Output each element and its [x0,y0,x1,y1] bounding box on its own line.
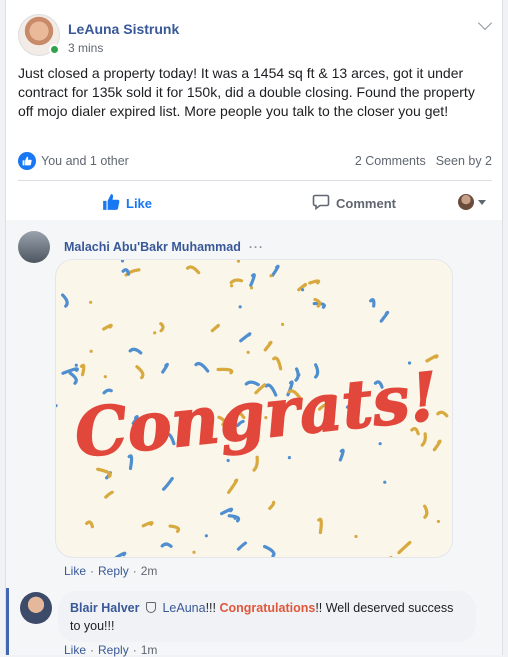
comment-author-row: Malachi Abu'Bakr Muhammad ··· [64,240,264,254]
like-label: Like [126,195,153,211]
reply-indicator [6,588,9,655]
post-header: LeAuna Sistrunk 3 mins [18,14,179,58]
post-stats: You and 1 other 2 Comments Seen by 2 [18,152,492,170]
congrats-text: Congrats! [71,357,442,473]
seen-by[interactable]: Seen by 2 [436,154,492,168]
author-name[interactable]: LeAuna Sistrunk [68,21,179,37]
post-text: Just closed a property today! It was a 1… [18,65,475,119]
congrats-gif[interactable]: Congrats! [55,259,453,558]
post-meta: 3 mins [68,41,179,55]
online-status-icon [49,44,60,55]
comment-button[interactable]: Comment [312,193,396,214]
like-button[interactable]: Like [102,193,152,214]
separator: · [90,564,95,578]
commenter-avatar[interactable] [20,592,52,624]
post-actions: Like Comment [18,187,492,219]
caret-down-icon [478,199,486,205]
comment-time[interactable]: 2m [141,564,158,578]
shield-icon [145,602,156,613]
divider [18,180,492,181]
congrats-lettering: Congrats! [70,356,442,473]
post-options-chevron-icon[interactable] [477,15,493,31]
comment-bubble-icon [312,193,330,214]
author-avatar[interactable] [18,14,60,56]
viewer-avatar [458,194,474,210]
comment-bubble: Blair Halver LeAuna!!! Congratulations!!… [58,591,476,642]
author-info: LeAuna Sistrunk 3 mins [68,14,179,55]
post-as-selector[interactable] [458,194,486,210]
reactions-summary[interactable]: You and 1 other [18,152,129,170]
reactions-text: You and 1 other [41,154,129,168]
post-time[interactable]: 3 mins [68,41,103,55]
comment-like-link[interactable]: Like [64,564,86,578]
thumbs-up-icon [102,193,120,214]
like-reaction-icon [18,152,36,170]
post-counts: 2 Comments Seen by 2 [355,154,492,168]
comment-author[interactable]: Blair Halver [70,601,139,615]
commenter-avatar[interactable] [18,231,50,263]
comment-author[interactable]: Malachi Abu'Bakr Muhammad [64,240,241,254]
mention-tag[interactable]: LeAuna [162,601,205,615]
comments-count[interactable]: 2 Comments [355,154,426,168]
comment-options-icon[interactable]: ··· [249,240,264,254]
comment-label: Comment [336,195,396,211]
congratulations-highlight: Congratulations [219,601,316,615]
separator: · [132,564,137,578]
post-card: LeAuna Sistrunk 3 mins Just closed a pro… [5,0,503,657]
comment-reply-link[interactable]: Reply [98,564,129,578]
comment-actions: Like · Reply · 2m [64,564,157,578]
comment-text-part: !!! [205,601,216,615]
